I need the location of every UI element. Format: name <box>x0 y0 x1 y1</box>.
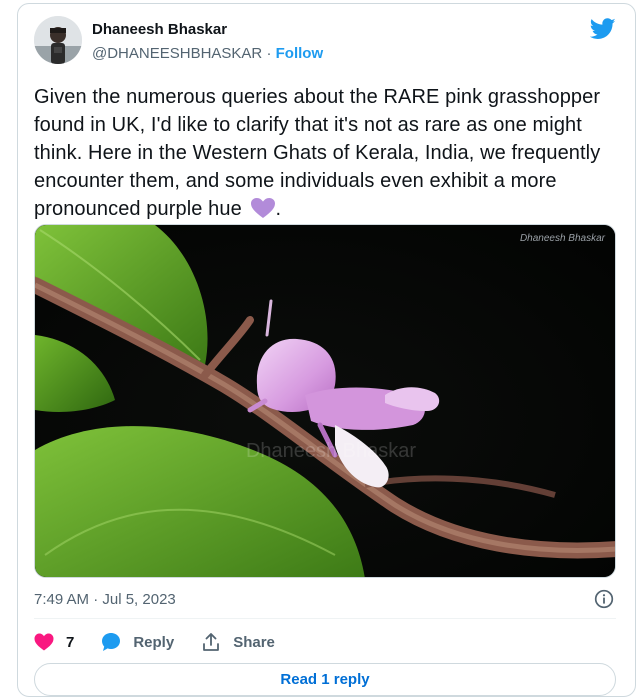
profile-photo-icon <box>34 16 82 64</box>
tweet-text: Given the numerous queries about the RAR… <box>34 83 609 223</box>
read-replies-button[interactable]: Read 1 reply <box>34 663 616 696</box>
follow-button[interactable]: Follow <box>276 45 324 62</box>
separator: · <box>266 45 272 62</box>
like-button[interactable]: 7 <box>34 633 74 651</box>
tweet-timestamp[interactable]: 7:49 AM · Jul 5, 2023 <box>34 591 176 608</box>
tweet-text-suffix: . <box>275 198 282 220</box>
action-bar: 7 Reply Share <box>34 631 302 653</box>
author-avatar[interactable] <box>34 16 82 64</box>
grasshopper-photo: Dhaneesh Bhaskar Dhaneesh Bhaskar <box>35 225 615 577</box>
twitter-bird-icon[interactable] <box>590 18 616 40</box>
tweet-photo[interactable]: Dhaneesh Bhaskar Dhaneesh Bhaskar <box>34 224 616 578</box>
author-handle[interactable]: @DHANEESHBHASKAR <box>92 45 262 62</box>
author-name[interactable]: Dhaneesh Bhaskar <box>92 21 227 38</box>
photo-watermark-center: Dhaneesh Bhaskar <box>246 440 416 462</box>
share-button[interactable]: Share <box>201 632 275 652</box>
info-icon[interactable] <box>594 589 614 609</box>
share-icon <box>203 633 220 651</box>
divider <box>34 618 616 619</box>
tweet-body: Given the numerous queries about the RAR… <box>34 86 601 220</box>
heart-icon <box>34 633 54 651</box>
share-label: Share <box>233 633 275 651</box>
like-count: 7 <box>66 633 75 651</box>
reply-button[interactable]: Reply <box>101 632 174 652</box>
author-handle-row: @DHANEESHBHASKAR · Follow <box>92 45 323 62</box>
speech-bubble-icon <box>102 633 121 651</box>
purple-heart-icon <box>250 198 275 218</box>
photo-watermark-corner: Dhaneesh Bhaskar <box>520 233 606 244</box>
reply-label: Reply <box>133 633 175 651</box>
